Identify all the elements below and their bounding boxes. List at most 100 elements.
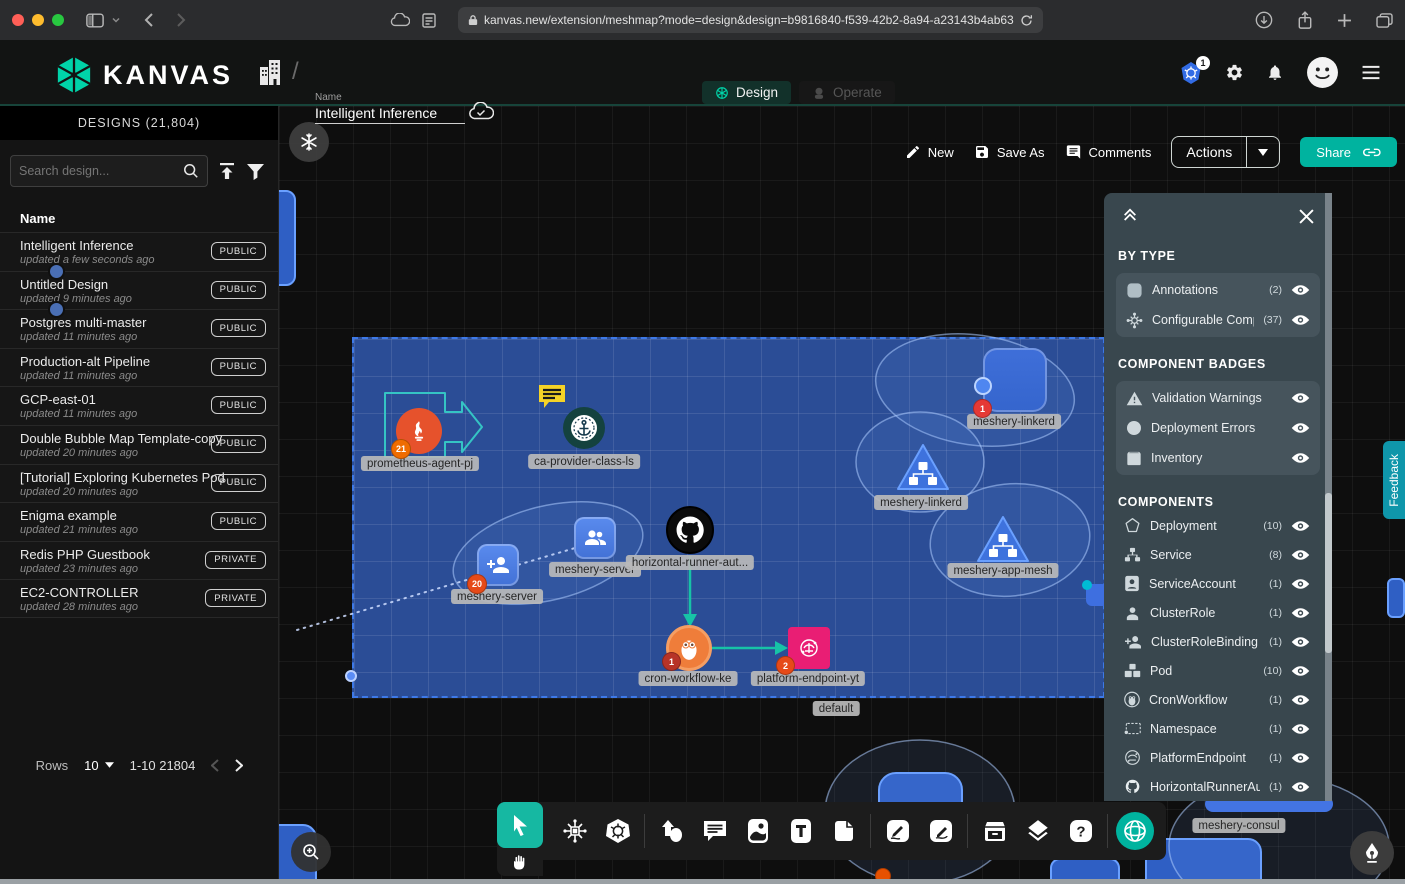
select-tool[interactable] [497, 802, 543, 848]
chevron-down-icon[interactable] [112, 17, 120, 23]
component-row-deployment[interactable]: Deployment (10) [1116, 511, 1320, 540]
filter-icon[interactable] [246, 163, 265, 180]
help-tool[interactable]: ? [1059, 810, 1102, 853]
save-as-button[interactable]: Save As [974, 144, 1045, 160]
actions-button-label[interactable]: Actions [1172, 144, 1246, 160]
tab-design[interactable]: Design [702, 81, 791, 104]
eye-icon[interactable] [1291, 284, 1310, 296]
zoom-button[interactable] [291, 832, 331, 872]
image-tool[interactable] [736, 810, 779, 853]
reload-icon[interactable] [1020, 14, 1033, 27]
note-tool[interactable] [822, 810, 865, 853]
layer-row-configurable[interactable]: Configurable Compon (37) [1122, 305, 1314, 335]
comment-tool[interactable] [693, 810, 736, 853]
design-name-input[interactable] [315, 103, 465, 124]
organization-icon[interactable] [258, 58, 282, 86]
comments-button[interactable]: Comments [1065, 144, 1152, 160]
downloads-icon[interactable] [1255, 11, 1273, 29]
sidebar-toggle-icon[interactable] [86, 13, 104, 28]
node-meshery-app-mesh[interactable] [975, 514, 1031, 564]
kubernetes-context-button[interactable]: 1 [1179, 61, 1203, 85]
address-bar[interactable]: kanvas.new/extension/meshmap?mode=design… [458, 7, 1043, 33]
region-resize-handle[interactable] [345, 670, 357, 682]
freeze-layout-button[interactable] [289, 122, 329, 162]
error-count-badge[interactable]: 1 [973, 399, 992, 418]
eye-icon[interactable] [1291, 723, 1310, 735]
node-meshery-linkerd-2[interactable] [895, 442, 951, 492]
eye-icon[interactable] [1291, 752, 1310, 764]
design-row[interactable]: Postgres multi-master updated 11 minutes… [0, 309, 278, 348]
pan-tool[interactable] [497, 848, 543, 876]
eye-icon[interactable] [1291, 520, 1310, 532]
eye-icon[interactable] [1291, 694, 1310, 706]
share-button[interactable]: Share [1300, 137, 1397, 167]
error-count-badge[interactable]: 1 [662, 652, 681, 671]
eye-icon[interactable] [1291, 636, 1310, 648]
design-row[interactable]: Redis PHP Guestbook updated 23 minutes a… [0, 541, 278, 580]
settings-gear-icon[interactable] [1225, 63, 1244, 82]
collapse-panel-icon[interactable] [1122, 208, 1138, 224]
eye-icon[interactable] [1291, 422, 1310, 434]
design-row[interactable]: Untitled Design updated 9 minutes ago PU… [0, 271, 278, 310]
hamburger-menu-icon[interactable] [1361, 65, 1381, 80]
rows-per-page-select[interactable]: 10 [84, 758, 113, 773]
eye-icon[interactable] [1291, 607, 1310, 619]
component-shapes-tool[interactable] [553, 810, 596, 853]
eye-icon[interactable] [1291, 549, 1310, 561]
component-row-horizontalrunnerautoscaler[interactable]: HorizontalRunnerAutos (1) [1116, 772, 1320, 801]
reader-view-icon[interactable] [422, 13, 436, 28]
eye-icon[interactable] [1291, 665, 1310, 677]
icloud-icon[interactable] [390, 13, 410, 27]
node-horizontal-runner[interactable] [666, 506, 714, 554]
component-row-clusterrolebinding[interactable]: ClusterRoleBinding (1) [1116, 627, 1320, 656]
badge-row-validation-warnings[interactable]: Validation Warnings [1122, 383, 1314, 413]
next-page-icon[interactable] [235, 759, 243, 772]
design-row[interactable]: Double Bubble Map Template-copy updated … [0, 425, 278, 464]
pen-button[interactable] [1350, 831, 1394, 875]
eye-icon[interactable] [1291, 781, 1310, 793]
shapes-tool[interactable] [650, 810, 693, 853]
component-row-cronworkflow[interactable]: CronWorkflow (1) [1116, 685, 1320, 714]
design-row[interactable]: [Tutorial] Exploring Kubernetes Pod upda… [0, 464, 278, 503]
tab-overview-icon[interactable] [1376, 13, 1393, 28]
component-row-pod[interactable]: Pod (10) [1116, 656, 1320, 685]
drawer-tool[interactable] [973, 810, 1016, 853]
window-zoom-button[interactable] [52, 14, 64, 26]
node-meshery-server-2[interactable] [574, 517, 616, 559]
design-row[interactable]: Intelligent Inference updated a few seco… [0, 232, 278, 271]
eye-icon[interactable] [1291, 392, 1310, 404]
whiteboard-pen-tool[interactable] [876, 810, 919, 853]
node-meshery-linkerd-1[interactable] [983, 348, 1047, 412]
warning-count-badge[interactable]: 21 [391, 439, 411, 459]
feedback-tab[interactable]: Feedback [1383, 441, 1405, 519]
tab-operate[interactable]: Operate [799, 81, 895, 104]
eye-icon[interactable] [1291, 314, 1310, 326]
design-search-input[interactable] [19, 164, 183, 178]
component-row-serviceaccount[interactable]: ServiceAccount (1) [1116, 569, 1320, 598]
component-row-platformendpoint[interactable]: PlatformEndpoint (1) [1116, 743, 1320, 772]
notifications-bell-icon[interactable] [1266, 63, 1284, 82]
kubernetes-tool[interactable] [596, 810, 639, 853]
design-row[interactable]: GCP-east-01 updated 11 minutes ago PUBLI… [0, 386, 278, 425]
new-button[interactable]: New [905, 144, 954, 160]
component-row-namespace[interactable]: Namespace (1) [1116, 714, 1320, 743]
comment-annotation-icon[interactable] [537, 383, 567, 410]
eye-icon[interactable] [1291, 452, 1310, 464]
avatar[interactable] [1306, 56, 1339, 89]
text-tool[interactable] [779, 810, 822, 853]
eye-icon[interactable] [1291, 578, 1310, 590]
import-design-icon[interactable] [217, 162, 237, 180]
design-row[interactable]: Enigma example updated 21 minutes ago PU… [0, 502, 278, 541]
layers-tool[interactable] [1016, 810, 1059, 853]
window-close-button[interactable] [12, 14, 24, 26]
component-row-clusterrole[interactable]: ClusterRole (1) [1116, 598, 1320, 627]
close-panel-icon[interactable] [1299, 209, 1314, 224]
component-row-service[interactable]: Service (8) [1116, 540, 1320, 569]
actions-dropdown-caret[interactable] [1247, 149, 1279, 156]
meshery-dock-button[interactable] [1113, 810, 1156, 853]
kanvas-logo[interactable]: KANVAS [55, 55, 233, 95]
badge-row-deployment-errors[interactable]: Deployment Errors [1122, 413, 1314, 443]
layer-row-annotations[interactable]: Annotations (2) [1122, 275, 1314, 305]
node-ca-provider[interactable] [563, 407, 605, 449]
badge-row-inventory[interactable]: Inventory [1122, 443, 1314, 473]
